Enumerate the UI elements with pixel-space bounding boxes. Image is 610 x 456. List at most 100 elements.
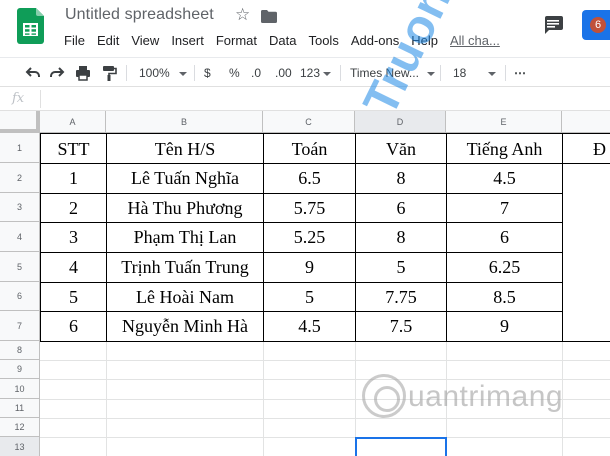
column-header-a[interactable]: A bbox=[40, 111, 106, 133]
paint-format-icon[interactable] bbox=[100, 64, 118, 82]
cell-e1[interactable]: Tiếng Anh bbox=[447, 133, 563, 164]
redo-icon[interactable] bbox=[48, 64, 66, 82]
formula-input[interactable] bbox=[48, 90, 588, 108]
row-header-6[interactable]: 6 bbox=[0, 282, 40, 311]
cell-d4[interactable]: 8 bbox=[356, 223, 447, 253]
column-header-f[interactable] bbox=[562, 111, 610, 133]
row-header-8[interactable]: 8 bbox=[0, 341, 40, 360]
cell-a7[interactable]: 6 bbox=[40, 312, 107, 342]
cell-c2[interactable]: 6.5 bbox=[264, 164, 356, 194]
cell-e3[interactable]: 7 bbox=[447, 194, 563, 223]
column-header-d[interactable]: D bbox=[355, 111, 446, 133]
empty-cell[interactable] bbox=[40, 342, 107, 361]
font-size-select[interactable]: 18 bbox=[453, 64, 497, 82]
empty-cell[interactable] bbox=[563, 438, 610, 456]
empty-cell[interactable] bbox=[40, 400, 107, 419]
comment-icon[interactable] bbox=[543, 16, 563, 34]
cell-a5[interactable]: 4 bbox=[40, 253, 107, 283]
cell-c6[interactable]: 5 bbox=[264, 283, 356, 312]
empty-cell[interactable] bbox=[107, 380, 264, 400]
more-icon[interactable]: ⋯ bbox=[514, 64, 527, 82]
cell-d1[interactable]: Văn bbox=[356, 133, 447, 164]
last-edit-link[interactable]: All cha... bbox=[444, 33, 506, 49]
cell-b7[interactable]: Nguyễn Minh Hà bbox=[107, 312, 264, 342]
empty-cell[interactable] bbox=[563, 419, 610, 438]
cell-a4[interactable]: 3 bbox=[40, 223, 107, 253]
empty-cell[interactable] bbox=[264, 342, 356, 361]
empty-cell[interactable] bbox=[264, 361, 356, 380]
empty-cell[interactable] bbox=[447, 400, 563, 419]
cell-a6[interactable]: 5 bbox=[40, 283, 107, 312]
empty-cell[interactable] bbox=[107, 400, 264, 419]
cell-d7[interactable]: 7.5 bbox=[356, 312, 447, 342]
column-header-b[interactable]: B bbox=[106, 111, 263, 133]
cell-b5[interactable]: Trịnh Tuấn Trung bbox=[107, 253, 264, 283]
menu-view[interactable]: View bbox=[125, 33, 165, 49]
cell-e7[interactable]: 9 bbox=[447, 312, 563, 342]
cell-c5[interactable]: 9 bbox=[264, 253, 356, 283]
empty-cell[interactable] bbox=[264, 419, 356, 438]
empty-cell[interactable] bbox=[563, 361, 610, 380]
cell-f1[interactable]: Đ bbox=[563, 133, 610, 164]
empty-cell[interactable] bbox=[264, 400, 356, 419]
cell-b1[interactable]: Tên H/S bbox=[107, 133, 264, 164]
empty-cell[interactable] bbox=[356, 380, 447, 400]
sheets-logo-icon[interactable] bbox=[17, 8, 44, 44]
cell-b4[interactable]: Phạm Thị Lan bbox=[107, 223, 264, 253]
empty-cell[interactable] bbox=[356, 400, 447, 419]
star-icon[interactable]: ☆ bbox=[235, 6, 250, 24]
row-header-13[interactable]: 13 bbox=[0, 437, 40, 456]
cell-c1[interactable]: Toán bbox=[264, 133, 356, 164]
cell-e5[interactable]: 6.25 bbox=[447, 253, 563, 283]
menu-addons[interactable]: Add-ons bbox=[345, 33, 405, 49]
empty-cell[interactable] bbox=[40, 438, 107, 456]
folder-icon[interactable] bbox=[261, 10, 277, 23]
row-header-11[interactable]: 11 bbox=[0, 399, 40, 418]
menu-tools[interactable]: Tools bbox=[302, 33, 344, 49]
empty-cell[interactable] bbox=[356, 361, 447, 380]
row-header-4[interactable]: 4 bbox=[0, 222, 40, 252]
row-header-2[interactable]: 2 bbox=[0, 163, 40, 193]
empty-cell[interactable] bbox=[107, 361, 264, 380]
empty-cell[interactable] bbox=[264, 438, 356, 456]
cell-d2[interactable]: 8 bbox=[356, 164, 447, 194]
empty-cell[interactable] bbox=[40, 361, 107, 380]
row-header-5[interactable]: 5 bbox=[0, 252, 40, 282]
empty-cell[interactable] bbox=[563, 342, 610, 361]
decrease-decimal-button[interactable]: .0 bbox=[251, 64, 261, 82]
font-family-select[interactable]: Times New... bbox=[350, 64, 435, 82]
empty-cell[interactable] bbox=[447, 380, 563, 400]
menu-data[interactable]: Data bbox=[263, 33, 302, 49]
cell-c4[interactable]: 5.25 bbox=[264, 223, 356, 253]
menu-format[interactable]: Format bbox=[210, 33, 263, 49]
menu-edit[interactable]: Edit bbox=[91, 33, 125, 49]
undo-icon[interactable] bbox=[24, 64, 42, 82]
empty-cell[interactable] bbox=[264, 380, 356, 400]
row-header-7[interactable]: 7 bbox=[0, 311, 40, 341]
empty-cell[interactable] bbox=[447, 361, 563, 380]
row-header-9[interactable]: 9 bbox=[0, 360, 40, 379]
empty-cell[interactable] bbox=[107, 342, 264, 361]
cell-e6[interactable]: 8.5 bbox=[447, 283, 563, 312]
cell-e4[interactable]: 6 bbox=[447, 223, 563, 253]
empty-cell[interactable] bbox=[40, 380, 107, 400]
more-formats-select[interactable]: 123 bbox=[300, 64, 332, 82]
empty-cell[interactable] bbox=[107, 419, 264, 438]
document-title[interactable]: Untitled spreadsheet bbox=[65, 6, 214, 24]
empty-cell[interactable] bbox=[107, 438, 264, 456]
empty-cell[interactable] bbox=[356, 419, 447, 438]
cell-d3[interactable]: 6 bbox=[356, 194, 447, 223]
cell-a2[interactable]: 1 bbox=[40, 164, 107, 194]
format-currency-button[interactable]: $ bbox=[204, 64, 211, 82]
empty-cell[interactable] bbox=[447, 342, 563, 361]
cell-a3[interactable]: 2 bbox=[40, 194, 107, 223]
menu-file[interactable]: File bbox=[58, 33, 91, 49]
empty-cell[interactable] bbox=[447, 438, 563, 456]
empty-cell[interactable] bbox=[447, 419, 563, 438]
column-f-cells[interactable] bbox=[563, 164, 610, 342]
active-cell-d13[interactable] bbox=[355, 437, 447, 456]
empty-cell[interactable] bbox=[563, 380, 610, 400]
format-percent-button[interactable]: % bbox=[229, 64, 240, 82]
print-icon[interactable] bbox=[74, 64, 92, 82]
row-header-1[interactable]: 1 bbox=[0, 133, 40, 163]
